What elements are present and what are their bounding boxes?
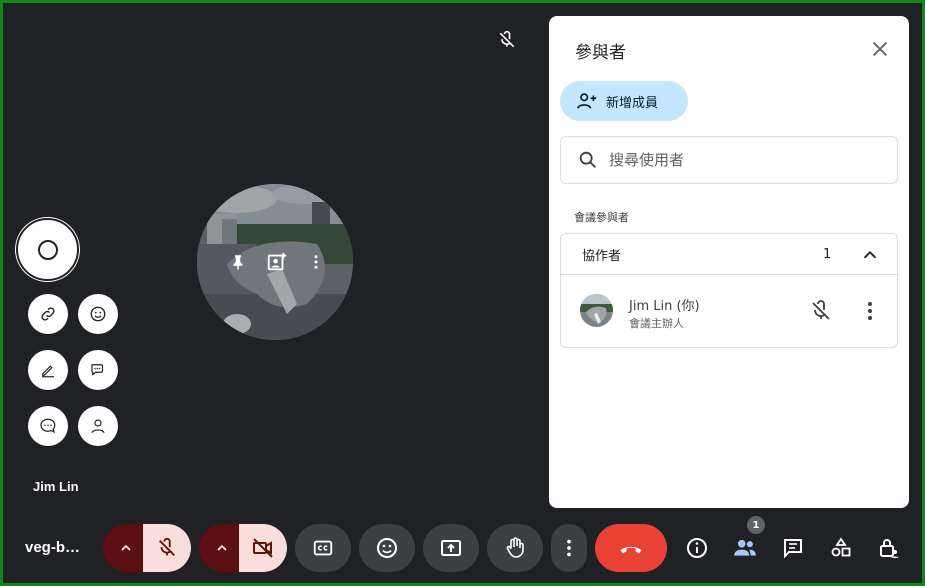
chevron-up-icon [121,544,131,551]
chat-icon [784,539,802,559]
participants-count-badge: 1 [747,516,765,534]
group-count: 1 [823,247,832,262]
search-icon [579,151,596,168]
panel-title: 參與者 [575,43,626,63]
chevron-up-icon[interactable] [859,244,881,266]
comment-button[interactable] [28,406,68,446]
participant-name: Jim Lin (你) [629,299,700,314]
speech-bubble-button[interactable] [78,350,118,390]
participant-mic-off-icon[interactable] [809,299,833,323]
meeting-code[interactable]: veg-b… [25,539,80,556]
search-users-input[interactable] [609,151,869,169]
group-label: 協作者 [582,248,622,264]
person-button[interactable] [78,406,118,446]
participant-row: Jim Lin (你) 會議主辦人 [561,275,897,347]
speech-bubbles-icon [91,364,104,376]
lock-person-icon [880,539,899,558]
present-button[interactable] [423,524,479,572]
tile-more-icon[interactable] [304,250,328,274]
close-panel-button[interactable] [869,38,891,60]
present-screen-icon [441,540,461,556]
activities-icon [831,537,851,557]
record-circle-button[interactable] [16,218,79,281]
more-vert-icon [567,539,571,557]
avatar [580,294,613,327]
smiley-icon [90,306,106,322]
raise-hand-icon [506,537,524,558]
pen-button[interactable] [28,350,68,390]
closed-caption-icon [313,540,333,556]
collaborators-group: 協作者 1 Jim Lin (你) 會議主辦人 [560,233,898,348]
leave-call-button[interactable] [595,524,667,572]
search-users-box[interactable] [560,136,898,184]
pin-icon[interactable] [226,250,250,274]
host-controls-button[interactable] [871,524,907,572]
camera-toggle-button[interactable] [239,524,287,572]
chevron-up-icon [217,544,227,551]
microphone-toggle-button[interactable] [143,524,191,572]
comment-icon [40,418,56,434]
pen-icon [42,365,54,378]
link-icon [41,307,55,321]
emoji-button[interactable] [359,524,415,572]
tile-participant-name: Jim Lin [33,479,79,494]
info-icon [687,538,707,558]
people-icon [734,539,756,556]
meeting-info-button[interactable] [679,524,715,572]
circle-icon [37,239,58,260]
raise-hand-button[interactable] [487,524,543,572]
add-member-button[interactable]: 新增成員 [560,81,688,121]
link-button[interactable] [28,294,68,334]
mic-off-icon [159,537,175,556]
person-add-icon [577,93,597,109]
captions-button[interactable] [295,524,351,572]
person-icon [91,419,105,434]
chat-button[interactable] [775,524,811,572]
group-header[interactable]: 協作者 1 [561,234,897,275]
close-icon [872,41,888,57]
videocam-off-icon [253,538,273,558]
tile-hover-controls [218,246,336,278]
participant-role: 會議主辦人 [629,317,684,330]
section-label: 會議參與者 [574,211,629,224]
call-end-icon [620,546,642,554]
emoji-icon [377,538,397,558]
smiley-button[interactable] [78,294,118,334]
more-options-button[interactable] [551,524,587,572]
add-member-label: 新增成員 [606,95,659,111]
add-frame-icon[interactable] [265,250,289,274]
participants-panel: 參與者 新增成員 會議參與者 協作者 1 [549,16,909,508]
mic-off-indicator-icon [497,30,517,50]
participant-more-icon[interactable] [858,299,882,323]
activities-button[interactable] [823,524,859,572]
